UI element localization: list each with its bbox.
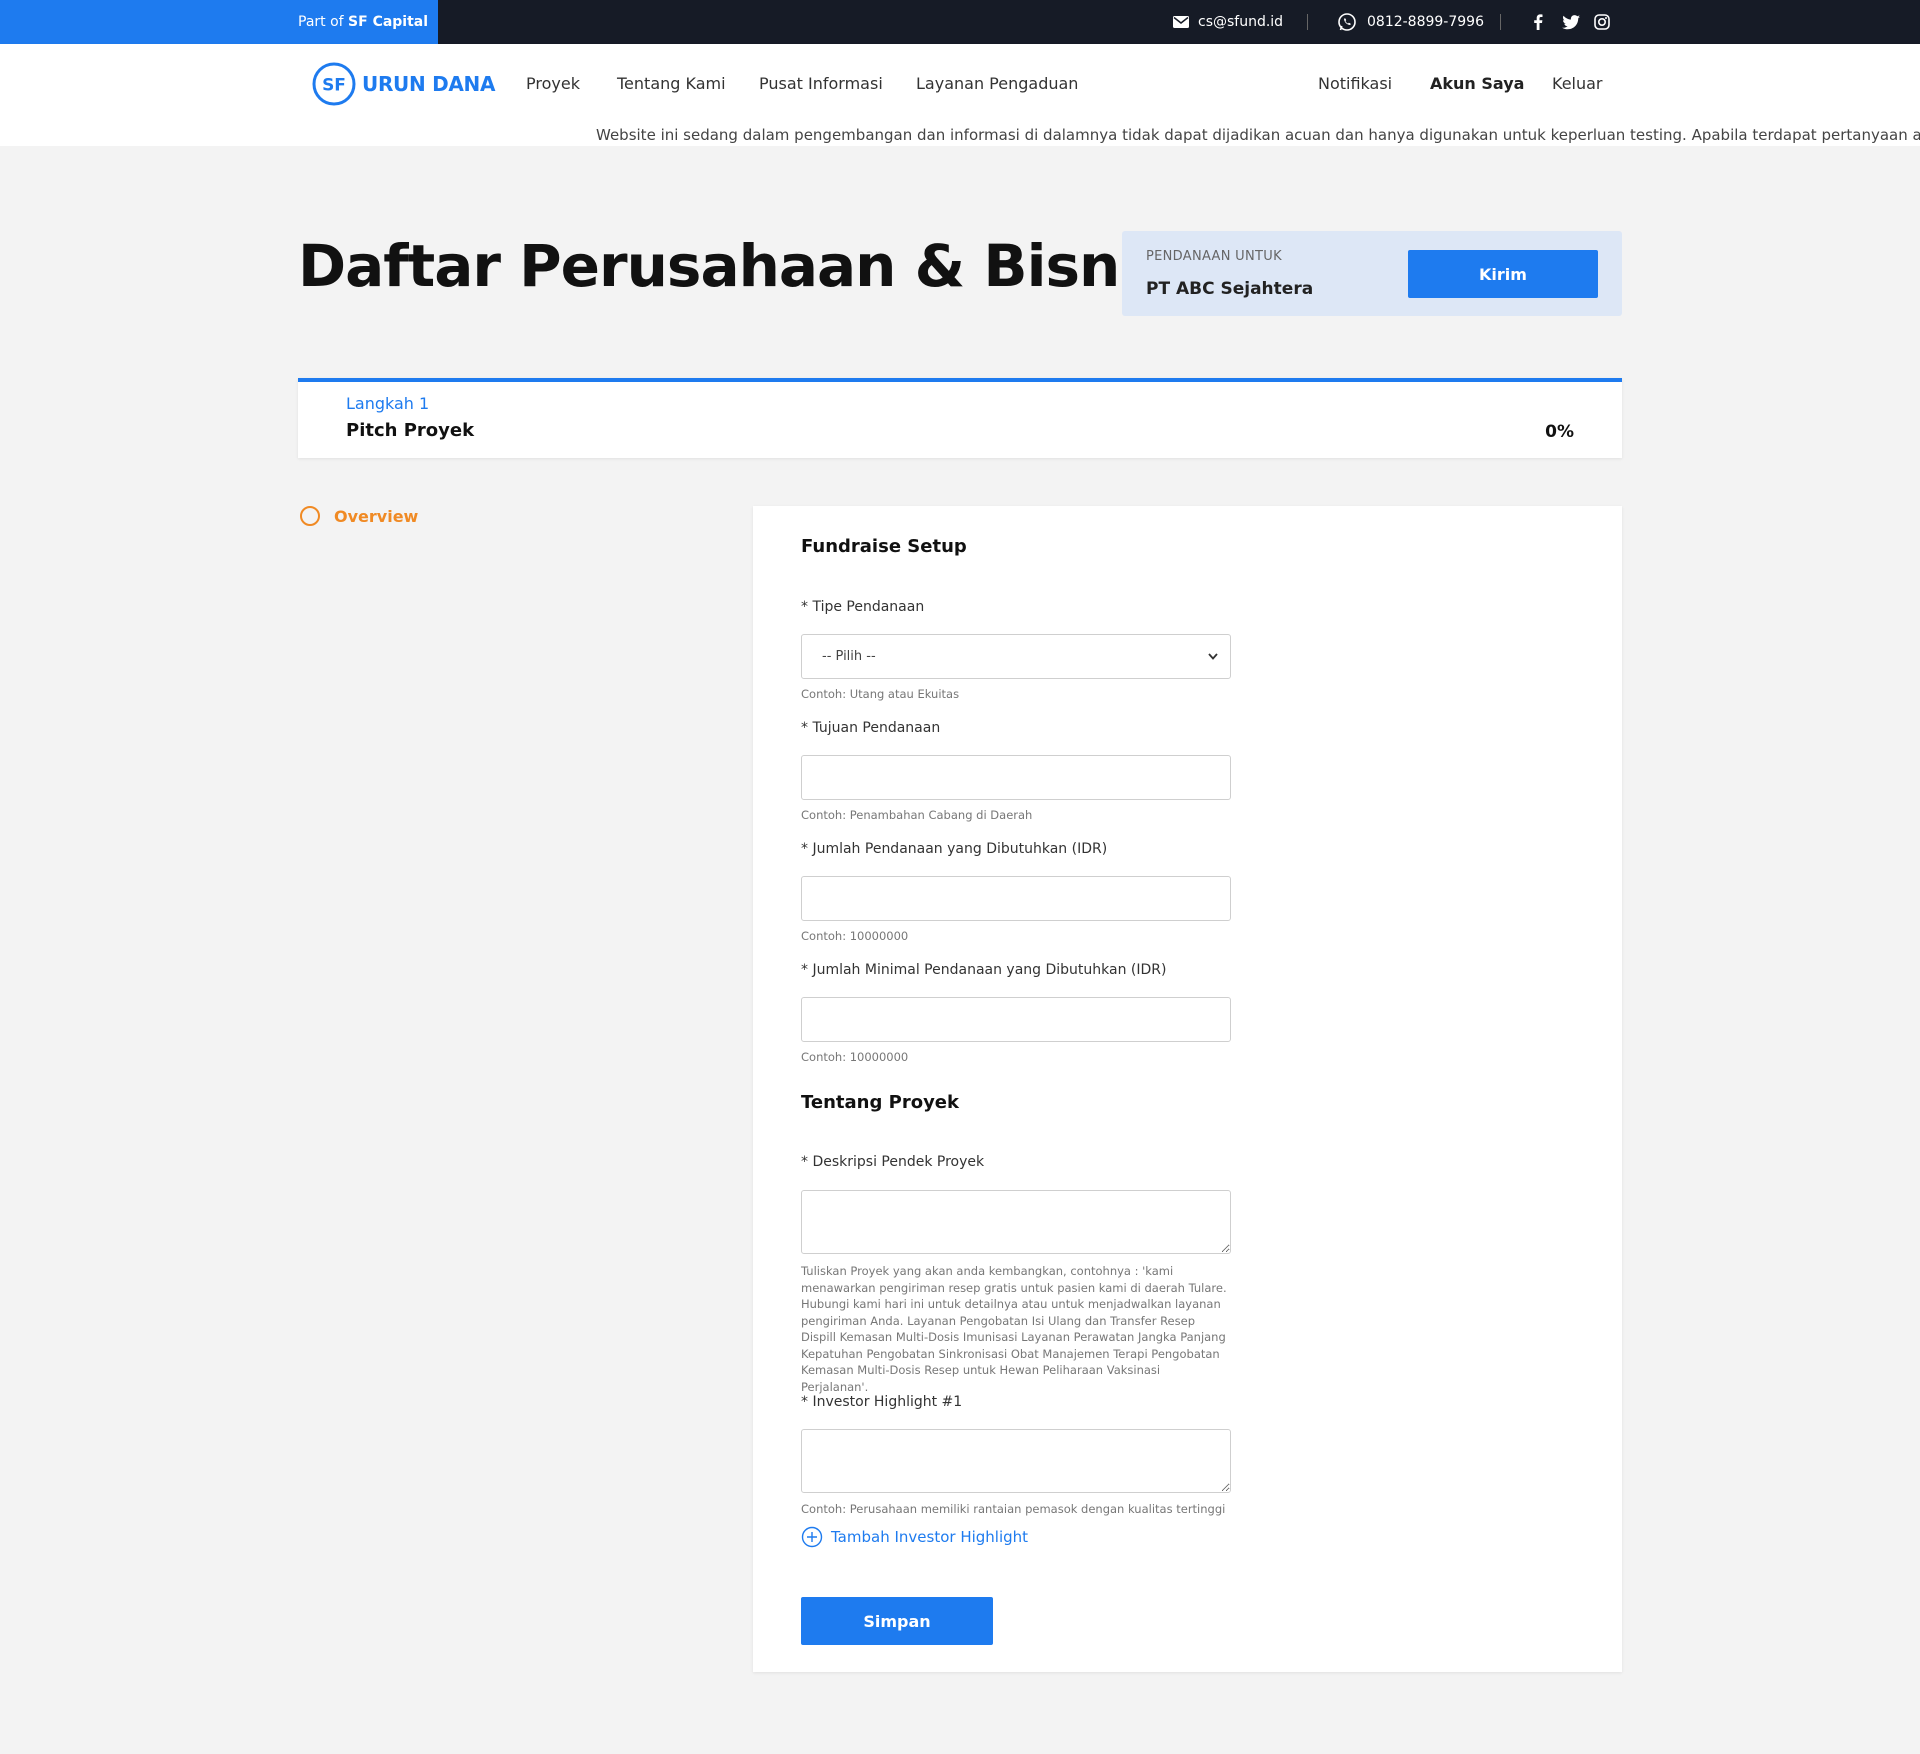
jumlah-pendanaan-input[interactable] — [801, 876, 1231, 921]
jumlah-minimal-label: * Jumlah Minimal Pendanaan yang Dibutuhk… — [801, 962, 1167, 978]
facebook-icon[interactable] — [1533, 14, 1543, 30]
twitter-icon[interactable] — [1562, 14, 1580, 30]
plus-circle-icon — [801, 1526, 823, 1548]
deskripsi-hint: Tuliskan Proyek yang akan anda kembangka… — [801, 1264, 1227, 1394]
investor-highlight-label: * Investor Highlight #1 — [801, 1394, 963, 1410]
logo[interactable]: SF URUN DANA — [312, 62, 495, 106]
tentang-proyek-section-title: Tentang Proyek — [801, 1092, 959, 1113]
nav-item-keluar[interactable]: Keluar — [1552, 44, 1603, 124]
status-circle-icon — [300, 506, 320, 526]
instagram-icon[interactable] — [1594, 14, 1610, 30]
nav-item-layanan-pengaduan[interactable]: Layanan Pengaduan — [916, 44, 1078, 124]
fundraise-section-title: Fundraise Setup — [801, 536, 967, 557]
tipe-pendanaan-selected: -- Pilih -- — [822, 649, 876, 664]
sidebar-item-label: Overview — [334, 506, 419, 526]
step-name: Pitch Proyek — [346, 420, 475, 441]
investor-highlight-hint: Contoh: Perusahaan memiliki rantaian pem… — [801, 1502, 1226, 1516]
phone-text: 0812-8899-7996 — [1367, 14, 1484, 30]
jumlah-pendanaan-hint: Contoh: 10000000 — [801, 929, 909, 943]
mail-icon — [1173, 16, 1189, 28]
topbar-divider — [1500, 14, 1501, 30]
parent-company-name: SF Capital — [348, 14, 429, 30]
jumlah-minimal-input[interactable] — [801, 997, 1231, 1042]
whatsapp-icon — [1338, 13, 1356, 31]
logo-mark: SF — [322, 76, 346, 96]
step-progress-value: 0% — [1545, 422, 1574, 442]
deskripsi-textarea[interactable] — [801, 1190, 1231, 1254]
social-links — [1533, 0, 1610, 44]
announcement-ticker: Website ini sedang dalam pengembangan da… — [0, 124, 1920, 146]
parent-company-tag[interactable]: Part of SF Capital — [0, 0, 438, 44]
tujuan-pendanaan-label: * Tujuan Pendanaan — [801, 720, 941, 736]
top-bar: Part of SF Capital cs@sfund.id 0812-8899… — [0, 0, 1920, 44]
funding-target-company: PT ABC Sejahtera — [1146, 279, 1314, 299]
main-navigation: SF URUN DANA Proyek Tentang Kami Pusat I… — [0, 44, 1920, 124]
page-title: Daftar Perusahaan & Bisnis — [298, 232, 1173, 300]
funding-target-box: PENDANAAN UNTUK PT ABC Sejahtera Kirim — [1122, 231, 1622, 316]
step-progress-card: Langkah 1 Pitch Proyek 0% — [298, 378, 1622, 458]
jumlah-minimal-hint: Contoh: 10000000 — [801, 1050, 909, 1064]
submit-button[interactable]: Kirim — [1408, 250, 1598, 298]
tujuan-pendanaan-hint: Contoh: Penambahan Cabang di Daerah — [801, 808, 1033, 822]
nav-item-tentang-kami[interactable]: Tentang Kami — [617, 44, 726, 124]
nav-item-pusat-informasi[interactable]: Pusat Informasi — [759, 44, 883, 124]
tipe-pendanaan-label: * Tipe Pendanaan — [801, 599, 925, 615]
logo-text: URUN DANA — [362, 72, 496, 96]
step-number: Langkah 1 — [346, 394, 430, 413]
contact-phone[interactable]: 0812-8899-7996 — [1337, 0, 1484, 44]
jumlah-pendanaan-label: * Jumlah Pendanaan yang Dibutuhkan (IDR) — [801, 841, 1108, 857]
fundraise-form: Fundraise Setup * Tipe Pendanaan -- Pili… — [753, 506, 1622, 1672]
topbar-divider — [1307, 14, 1308, 30]
add-investor-highlight-link[interactable]: Tambah Investor Highlight — [801, 1526, 1028, 1548]
ticker-text: Website ini sedang dalam pengembangan da… — [596, 126, 1920, 144]
tipe-pendanaan-hint: Contoh: Utang atau Ekuitas — [801, 687, 960, 701]
nav-item-proyek[interactable]: Proyek — [526, 44, 580, 124]
sf-logo-icon: SF — [312, 62, 356, 106]
funding-target-label: PENDANAAN UNTUK — [1146, 249, 1282, 264]
add-investor-highlight-label: Tambah Investor Highlight — [831, 1528, 1029, 1546]
chevron-down-icon — [1208, 653, 1218, 660]
email-text: cs@sfund.id — [1198, 14, 1284, 30]
deskripsi-label: * Deskripsi Pendek Proyek — [801, 1154, 985, 1170]
save-button[interactable]: Simpan — [801, 1597, 993, 1645]
nav-item-akun-saya[interactable]: Akun Saya — [1430, 44, 1524, 124]
tujuan-pendanaan-input[interactable] — [801, 755, 1231, 800]
investor-highlight-textarea[interactable] — [801, 1429, 1231, 1493]
contact-email[interactable]: cs@sfund.id — [1173, 0, 1283, 44]
sidebar-item-overview[interactable]: Overview — [300, 506, 418, 526]
tipe-pendanaan-select[interactable]: -- Pilih -- — [801, 634, 1231, 679]
part-of-text: Part of — [298, 14, 344, 30]
nav-item-notifikasi[interactable]: Notifikasi — [1318, 44, 1392, 124]
